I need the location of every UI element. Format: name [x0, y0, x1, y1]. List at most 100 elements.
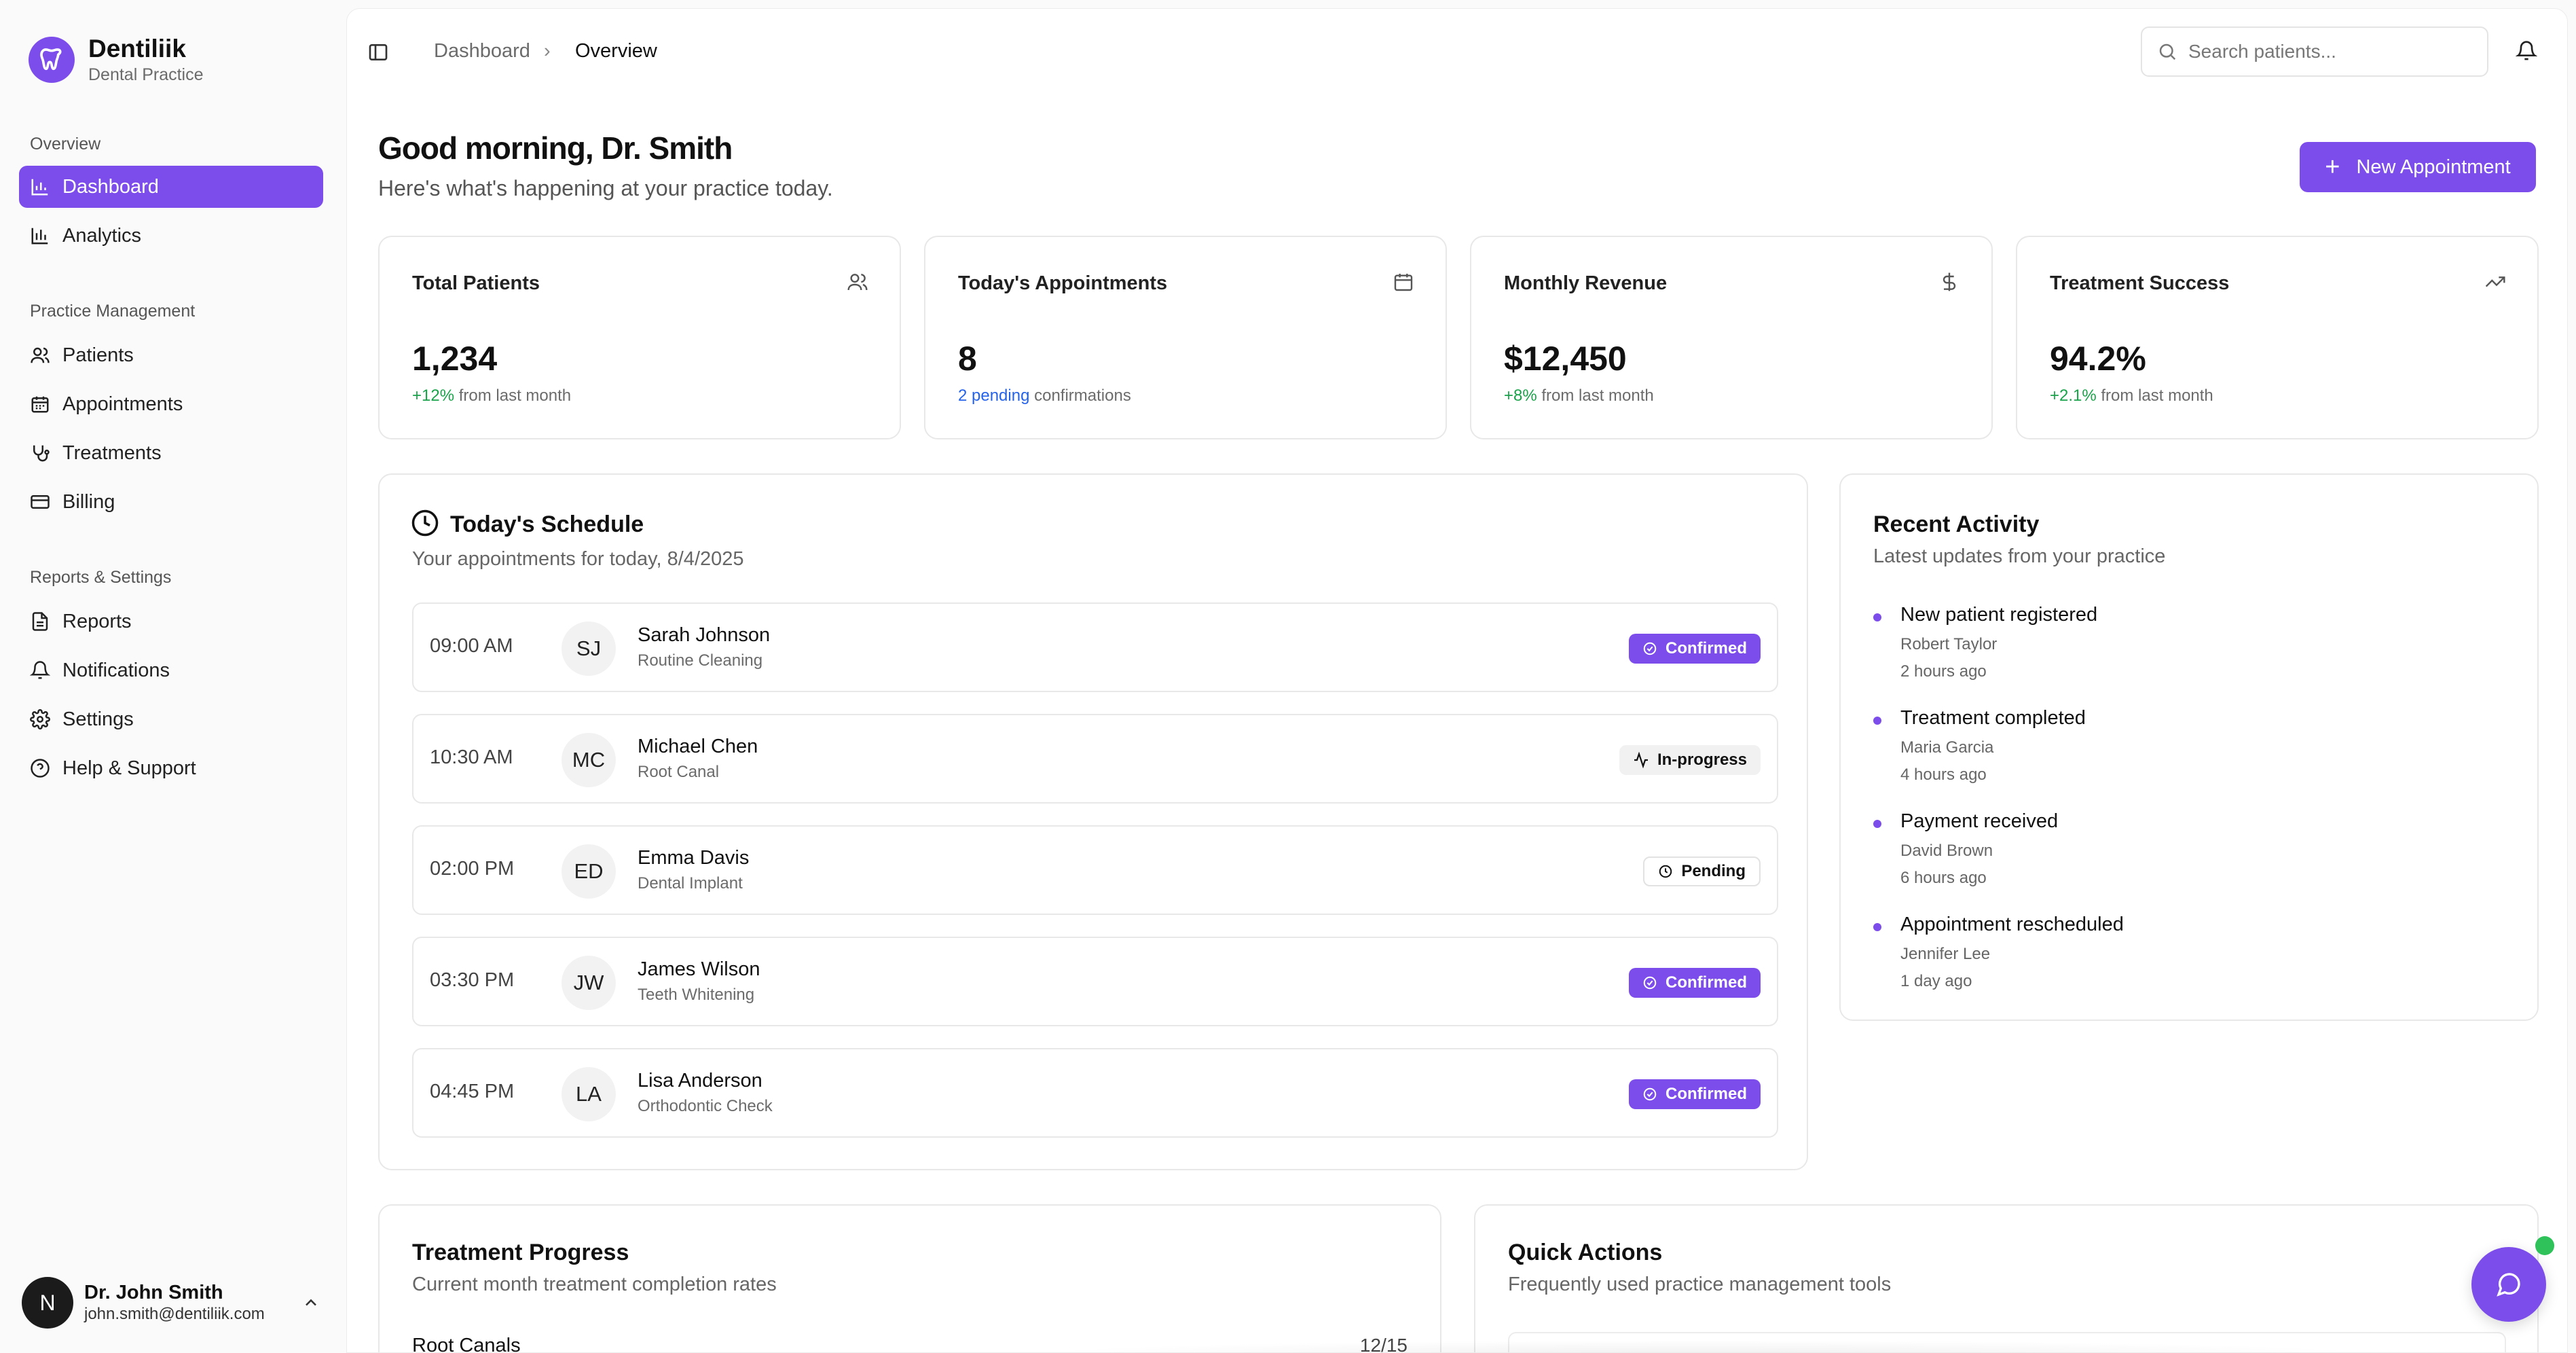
dollar-icon: [1943, 272, 1956, 291]
nav-group-reports: Reports & Settings: [30, 568, 172, 587]
search-input[interactable]: [2188, 41, 2473, 62]
sidebar-item-billing[interactable]: Billing: [19, 481, 323, 523]
appointment-time: 04:45 PM: [430, 1081, 515, 1102]
help-circle-icon: [31, 759, 50, 778]
quick-actions-card: Quick Actions Frequently used practice m…: [1474, 1204, 2539, 1352]
activity-person: Robert Taylor: [1900, 635, 1998, 653]
appointment-type: Teeth Whitening: [638, 986, 755, 1004]
stat-title: Monthly Revenue: [1504, 272, 1668, 294]
scroll-shadow: [1026, 1340, 2384, 1352]
patient-avatar: MC: [562, 733, 616, 787]
stat-delta: +12% from last month: [412, 386, 572, 405]
status-badge: Confirmed: [1629, 1079, 1761, 1109]
activity-time: 4 hours ago: [1900, 765, 1987, 784]
stat-delta: +2.1% from last month: [2050, 386, 2213, 405]
appointment-row[interactable]: 10:30 AM MC Michael Chen Root Canal In-p…: [412, 714, 1778, 804]
treatment-progress-subtitle: Current month treatment completion rates: [412, 1274, 777, 1295]
sidebar-item-label: Billing: [62, 490, 115, 513]
appointment-row[interactable]: 02:00 PM ED Emma Davis Dental Implant Pe…: [412, 825, 1778, 915]
activity-time: 2 hours ago: [1900, 662, 1987, 681]
page-title: Good morning, Dr. Smith: [378, 130, 733, 166]
sidebar-item-reports[interactable]: Reports: [19, 600, 323, 643]
treatment-progress-title: Treatment Progress: [412, 1240, 629, 1265]
sidebar-item-label: Dashboard: [62, 175, 159, 198]
status-badge: Confirmed: [1629, 968, 1761, 998]
stat-title: Treatment Success: [2050, 272, 2230, 294]
credit-card-icon: [31, 495, 50, 509]
sidebar-item-analytics[interactable]: Analytics: [19, 215, 323, 257]
stat-title: Total Patients: [412, 272, 540, 294]
user-menu[interactable]: N Dr. John Smith john.smith@dentiliik.co…: [22, 1277, 320, 1329]
main-content: Dashboard › Overview Good morning, Dr. S…: [346, 8, 2568, 1353]
brand[interactable]: Dentiliik Dental Practice: [29, 34, 204, 86]
sidebar-item-appointments[interactable]: Appointments: [19, 383, 323, 425]
patient-avatar: ED: [562, 844, 616, 899]
activity-title-text: Payment received: [1900, 810, 2059, 832]
file-text-icon: [32, 612, 48, 631]
stat-card-treatment-success: Treatment Success 94.2% +2.1% from last …: [2016, 236, 2539, 439]
appointment-row[interactable]: 09:00 AM SJ Sarah Johnson Routine Cleani…: [412, 602, 1778, 692]
stethoscope-icon: [33, 445, 50, 462]
appointment-row[interactable]: 03:30 PM JW James Wilson Teeth Whitening…: [412, 937, 1778, 1026]
search-box[interactable]: [2141, 26, 2488, 77]
sidebar-item-treatments[interactable]: Treatments: [19, 432, 323, 474]
stat-value: $12,450: [1504, 340, 1627, 378]
activity-dot: [1873, 613, 1881, 621]
sidebar-item-label: Analytics: [62, 224, 142, 247]
activity-subtitle: Latest updates from your practice: [1873, 545, 2166, 567]
brand-subtitle: Dental Practice: [88, 65, 204, 84]
patient-avatar: SJ: [562, 621, 616, 676]
activity-icon: [1634, 752, 1648, 768]
appointment-type: Dental Implant: [638, 874, 743, 892]
breadcrumb-current: Overview: [575, 40, 657, 62]
search-icon: [2159, 43, 2176, 60]
patient-name: Sarah Johnson: [638, 624, 771, 646]
bell-icon: [30, 661, 50, 679]
check-circle-icon: [1643, 1087, 1657, 1101]
chevron-up-icon[interactable]: [301, 1293, 320, 1312]
chat-button[interactable]: [2471, 1247, 2546, 1322]
clock-icon: [411, 509, 439, 537]
sidebar-toggle-icon[interactable]: [367, 41, 389, 63]
quick-actions-title: Quick Actions: [1508, 1240, 1663, 1265]
schedule-title: Today's Schedule: [450, 511, 644, 537]
sidebar-item-dashboard[interactable]: Dashboard: [19, 166, 323, 208]
sidebar-item-label: Help & Support: [62, 757, 196, 779]
gear-icon: [30, 709, 50, 729]
new-appointment-button[interactable]: + New Appointment: [2300, 142, 2536, 192]
users-icon: [847, 274, 868, 291]
patient-name: Lisa Anderson: [638, 1070, 762, 1092]
status-badge: Pending: [1643, 856, 1761, 886]
sidebar-item-patients[interactable]: Patients: [19, 334, 323, 376]
sidebar-item-notifications[interactable]: Notifications: [19, 649, 323, 691]
nav-group-overview: Overview: [30, 134, 101, 154]
tooth-logo-icon: [29, 37, 75, 83]
appointment-row[interactable]: 04:45 PM LA Lisa Anderson Orthodontic Ch…: [412, 1048, 1778, 1138]
sidebar-item-label: Settings: [62, 708, 134, 730]
online-status-dot: [2535, 1236, 2554, 1255]
appointment-time: 03:30 PM: [430, 969, 515, 991]
nav-group-practice: Practice Management: [30, 302, 196, 321]
sidebar-item-label: Notifications: [62, 659, 170, 681]
appointment-type: Root Canal: [638, 763, 720, 781]
stat-card-total-patients: Total Patients 1,234 +12% from last mont…: [378, 236, 901, 439]
sidebar-item-settings[interactable]: Settings: [19, 698, 323, 740]
calendar-icon: [31, 396, 49, 413]
activity-title-text: Appointment rescheduled: [1900, 914, 2124, 935]
breadcrumb-root[interactable]: Dashboard: [434, 40, 530, 62]
appointment-time: 02:00 PM: [430, 858, 515, 880]
calendar-icon: [1394, 274, 1413, 291]
sidebar: Dentiliik Dental Practice Overview Dashb…: [0, 0, 344, 1353]
notifications-bell-icon[interactable]: [2516, 40, 2537, 62]
patient-name: Michael Chen: [638, 736, 758, 757]
stat-delta: 2 pending confirmations: [958, 386, 1131, 405]
schedule-subtitle: Your appointments for today, 8/4/2025: [412, 548, 744, 570]
sidebar-item-label: Appointments: [62, 393, 183, 415]
status-badge: In-progress: [1619, 745, 1761, 775]
breadcrumb-separator: ›: [544, 40, 551, 62]
sidebar-item-label: Patients: [62, 344, 134, 366]
sidebar-item-help[interactable]: Help & Support: [19, 747, 323, 789]
treatment-progress-card: Treatment Progress Current month treatme…: [378, 1204, 1441, 1352]
check-circle-icon: [1643, 976, 1657, 990]
sidebar-item-label: Reports: [62, 610, 132, 632]
